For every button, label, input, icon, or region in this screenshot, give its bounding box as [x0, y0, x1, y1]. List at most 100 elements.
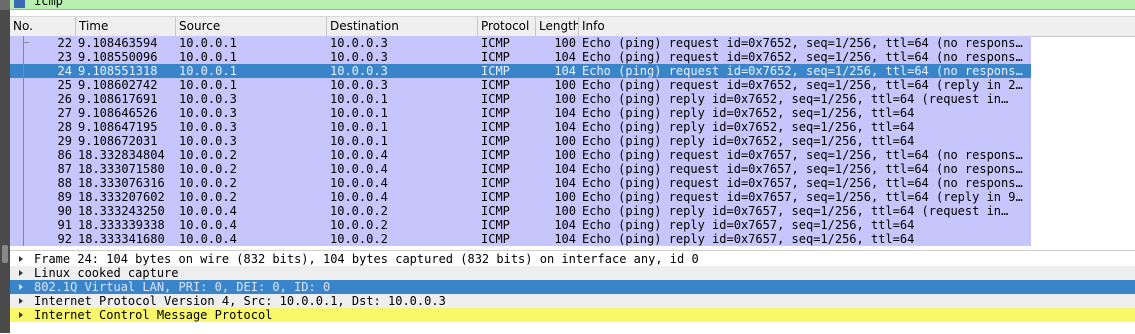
packet-source: 10.0.0.3: [179, 134, 237, 148]
packet-protocol: ICMP: [481, 232, 510, 246]
packet-source: 10.0.0.1: [179, 36, 237, 50]
detail-tree-item[interactable]: Frame 24: 104 bytes on wire (832 bits), …: [10, 252, 1135, 266]
packet-number: 26: [57, 92, 72, 106]
filter-text[interactable]: icmp: [34, 0, 63, 8]
packet-length: 100: [554, 134, 576, 148]
packet-row[interactable]: 89 18.333207602 10.0.0.2 10.0.0.4 ICMP 100 Ech…: [10, 190, 1031, 204]
display-filter-input[interactable]: icmp: [10, 0, 1135, 10]
packet-destination: 10.0.0.2: [330, 204, 388, 218]
packet-source: 10.0.0.2: [179, 162, 237, 176]
packet-info: Echo (ping) reply id=0x7652, seq=1/256, …: [582, 92, 1009, 106]
column-destination[interactable]: Destination: [327, 17, 478, 36]
packet-source: 10.0.0.3: [179, 92, 237, 106]
packet-time: 9.108647195: [78, 120, 158, 134]
packet-number: 87: [57, 162, 72, 176]
packet-protocol: ICMP: [481, 176, 510, 190]
packet-number: 90: [57, 204, 72, 218]
detail-tree-item[interactable]: 802.1Q Virtual LAN, PRI: 0, DEI: 0, ID: …: [10, 280, 1135, 294]
packet-destination: 10.0.0.4: [330, 190, 388, 204]
packet-destination: 10.0.0.3: [330, 50, 388, 64]
packet-info: Echo (ping) reply id=0x7657, seq=1/256, …: [582, 232, 915, 246]
column-time[interactable]: Time: [76, 17, 176, 36]
detail-tree-item[interactable]: Internet Control Message Protocol: [10, 308, 1135, 322]
packet-row[interactable]: 92 18.333341680 10.0.0.4 10.0.0.2 ICMP 104 Ech…: [10, 232, 1031, 246]
expand-arrow-icon[interactable]: [19, 270, 23, 276]
packet-length: 100: [554, 190, 576, 204]
resize-handle[interactable]: [2, 245, 8, 263]
packet-info: Echo (ping) request id=0x7657, seq=1/256…: [582, 148, 1023, 162]
packet-row[interactable]: 90 18.333243250 10.0.0.4 10.0.0.2 ICMP 100 Ech…: [10, 204, 1031, 218]
packet-source: 10.0.0.1: [179, 50, 237, 64]
packet-time: 9.108550096: [78, 50, 158, 64]
packet-protocol: ICMP: [481, 134, 510, 148]
packet-destination: 10.0.0.1: [330, 92, 388, 106]
detail-label: Frame 24: 104 bytes on wire (832 bits), …: [34, 252, 699, 266]
packet-details-pane: Frame 24: 104 bytes on wire (832 bits), …: [10, 250, 1135, 334]
packet-row[interactable]: 26 9.108617691 10.0.0.3 10.0.0.1 ICMP 100 Echo…: [10, 92, 1031, 106]
packet-destination: 10.0.0.1: [330, 120, 388, 134]
packet-time: 9.108551318: [78, 64, 158, 78]
column-header: No. Time Source Destination Protocol Len…: [10, 16, 1135, 37]
detail-tree-item[interactable]: Internet Protocol Version 4, Src: 10.0.0…: [10, 294, 1135, 308]
packet-row[interactable]: 86 18.332834804 10.0.0.2 10.0.0.4 ICMP 100 Ech…: [10, 148, 1031, 162]
packet-info: Echo (ping) reply id=0x7652, seq=1/256, …: [582, 106, 915, 120]
column-protocol[interactable]: Protocol: [478, 17, 536, 36]
packet-info: Echo (ping) request id=0x7657, seq=1/256…: [582, 162, 1023, 176]
packet-length: 104: [554, 162, 576, 176]
packet-info: Echo (ping) request id=0x7652, seq=1/256…: [582, 78, 1023, 92]
packet-length: 100: [554, 36, 576, 50]
expand-arrow-icon[interactable]: [19, 256, 23, 262]
packet-source: 10.0.0.2: [179, 148, 237, 162]
packet-length: 104: [554, 232, 576, 246]
expand-arrow-icon[interactable]: [19, 312, 23, 318]
column-no[interactable]: No.: [10, 17, 76, 36]
packet-info: Echo (ping) reply id=0x7652, seq=1/256, …: [582, 120, 915, 134]
packet-number: 24: [57, 64, 72, 78]
filter-toolbar: icmp: [0, 0, 1135, 10]
packet-length: 100: [554, 148, 576, 162]
packet-source: 10.0.0.1: [179, 64, 237, 78]
packet-row[interactable]: 29 9.108672031 10.0.0.3 10.0.0.1 ICMP 100 Echo…: [10, 134, 1031, 148]
packet-time: 18.332834804: [78, 148, 165, 162]
packet-row[interactable]: 23 9.108550096 10.0.0.1 10.0.0.3 ICMP 104 Echo…: [10, 50, 1031, 64]
packet-source: 10.0.0.2: [179, 176, 237, 190]
packet-length: 104: [554, 64, 576, 78]
packet-source: 10.0.0.1: [179, 78, 237, 92]
window-edge: [0, 10, 10, 333]
packet-time: 18.333207602: [78, 190, 165, 204]
packet-source: 10.0.0.3: [179, 120, 237, 134]
packet-time: 9.108672031: [78, 134, 158, 148]
packet-row[interactable]: 27 9.108646526 10.0.0.3 10.0.0.1 ICMP 104 Echo…: [10, 106, 1031, 120]
packet-info: Echo (ping) reply id=0x7657, seq=1/256, …: [582, 204, 1009, 218]
detail-tree-item[interactable]: Linux cooked capture: [10, 266, 1135, 280]
expand-arrow-icon[interactable]: [19, 298, 23, 304]
packet-row[interactable]: 88 18.333076316 10.0.0.2 10.0.0.4 ICMP 104 Ech…: [10, 176, 1031, 190]
packet-row[interactable]: 28 9.108647195 10.0.0.3 10.0.0.1 ICMP 104 Echo…: [10, 120, 1031, 134]
column-info[interactable]: Info: [579, 17, 1135, 36]
packet-time: 18.333341680: [78, 232, 165, 246]
packet-row[interactable]: 87 18.333071580 10.0.0.2 10.0.0.4 ICMP 104 Ech…: [10, 162, 1031, 176]
column-length[interactable]: Length: [536, 17, 579, 36]
packet-number: 89: [57, 190, 72, 204]
packet-info: Echo (ping) request id=0x7657, seq=1/256…: [582, 190, 1023, 204]
packet-time: 18.333071580: [78, 162, 165, 176]
packet-protocol: ICMP: [481, 78, 510, 92]
packet-length: 100: [554, 204, 576, 218]
detail-label: 802.1Q Virtual LAN, PRI: 0, DEI: 0, ID: …: [34, 280, 331, 294]
packet-source: 10.0.0.4: [179, 232, 237, 246]
detail-label: Internet Protocol Version 4, Src: 10.0.0…: [34, 294, 446, 308]
packet-row[interactable]: 25 9.108602742 10.0.0.1 10.0.0.3 ICMP 100 Echo…: [10, 78, 1031, 92]
bookmark-icon[interactable]: [14, 0, 25, 8]
packet-row-selected[interactable]: 24 9.108551318 10.0.0.1 10.0.0.3 ICMP 104 Echo…: [10, 64, 1031, 78]
packet-length: 104: [554, 176, 576, 190]
expand-arrow-icon[interactable]: [19, 284, 23, 290]
detail-label: Internet Control Message Protocol: [34, 308, 273, 322]
packet-number: 23: [57, 50, 72, 64]
packet-destination: 10.0.0.2: [330, 218, 388, 232]
packet-source: 10.0.0.4: [179, 218, 237, 232]
column-source[interactable]: Source: [176, 17, 327, 36]
packet-row[interactable]: 22 9.108463594 10.0.0.1 10.0.0.3 ICMP 100 Echo…: [10, 36, 1031, 50]
packet-row[interactable]: 91 18.333339338 10.0.0.4 10.0.0.2 ICMP 104 Ech…: [10, 218, 1031, 232]
packet-protocol: ICMP: [481, 162, 510, 176]
packet-length: 104: [554, 106, 576, 120]
